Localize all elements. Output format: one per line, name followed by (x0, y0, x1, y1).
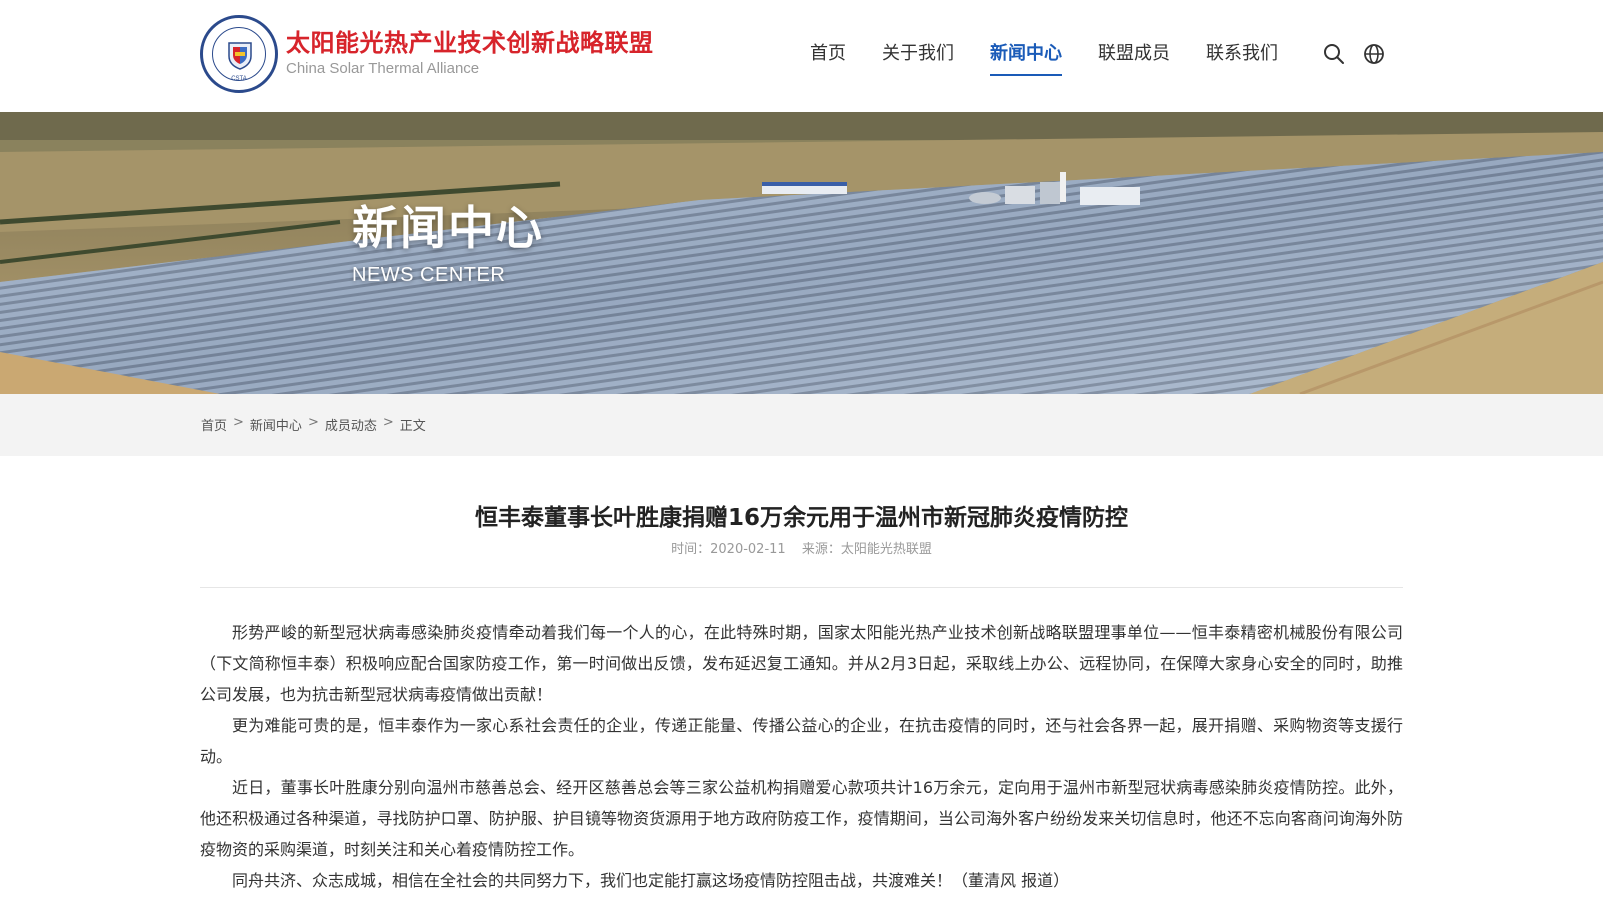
search-icon[interactable] (1322, 42, 1346, 66)
breadcrumb-separator: > (307, 415, 319, 430)
article-title: 恒丰泰董事长叶胜康捐赠16万余元用于温州市新冠肺炎疫情防控 (474, 505, 1128, 531)
banner-title: 新闻中心 (352, 201, 544, 255)
logo-title-cn: 太阳能光热产业技术创新战略联盟 (286, 29, 654, 57)
breadcrumb-current: 正文 (399, 419, 426, 434)
globe-icon[interactable] (1362, 42, 1386, 66)
article-paragraph: 同舟共济、众志成城，相信在全社会的共同努力下，我们也定能打赢这场疫情防控阻击战，… (232, 871, 1070, 890)
breadcrumb-home[interactable]: 首页 (201, 415, 227, 434)
breadcrumb-separator: > (233, 415, 244, 430)
article-source: 来源：太阳能光热联盟 (801, 542, 932, 557)
logo-badge-text: CSTA (231, 76, 247, 82)
article-divider (200, 587, 1403, 588)
nav-contact[interactable]: 联系我们 (1206, 38, 1278, 78)
main-nav: 首页 关于我们 新闻中心 联盟成员 联系我们 (810, 38, 1314, 78)
article-paragraph: 更为难能可贵的是，恒丰泰作为一家心系社会责任的企业，传递正能量、传播公益心的企业… (200, 716, 1403, 766)
breadcrumb-member-news[interactable]: 成员动态 (325, 415, 377, 434)
site-logo[interactable]: CSTA 太阳能光热产业技术创新战略联盟 China Solar Thermal… (200, 15, 654, 93)
breadcrumb-news[interactable]: 新闻中心 (250, 415, 302, 434)
nav-home[interactable]: 首页 (810, 38, 846, 78)
solar-field-image (0, 112, 1603, 394)
article-paragraph: 近日，董事长叶胜康分别向温州市慈善总会、经开区慈善总会等三家公益机构捐赠爱心款项… (200, 778, 1403, 859)
article-paragraph: 形势严峻的新型冠状病毒感染肺炎疫情牵动着我们每一个人的心，在此特殊时期，国家太阳… (200, 623, 1403, 704)
site-header: CSTA 太阳能光热产业技术创新战略联盟 China Solar Thermal… (0, 0, 1603, 112)
article-date: 时间：2020-02-11 (671, 542, 786, 557)
nav-members[interactable]: 联盟成员 (1098, 38, 1170, 78)
article-body: 形势严峻的新型冠状病毒感染肺炎疫情牵动着我们每一个人的心，在此特殊时期，国家太阳… (200, 617, 1403, 896)
breadcrumb: 首页 > 新闻中心 > 成员动态 > 正文 (201, 415, 432, 434)
nav-about[interactable]: 关于我们 (882, 38, 954, 78)
breadcrumb-separator: > (382, 415, 394, 430)
logo-title-en: China Solar Thermal Alliance (286, 60, 480, 77)
article-meta: 时间：2020-02-11 来源：太阳能光热联盟 (200, 538, 1403, 557)
nav-news[interactable]: 新闻中心 (990, 38, 1062, 78)
banner-subtitle: NEWS CENTER (352, 264, 506, 286)
logo-emblem-icon: CSTA (200, 15, 278, 93)
hero-banner: 新闻中心 NEWS CENTER (0, 112, 1603, 394)
breadcrumb-bar: 首页 > 新闻中心 > 成员动态 > 正文 (0, 394, 1603, 456)
